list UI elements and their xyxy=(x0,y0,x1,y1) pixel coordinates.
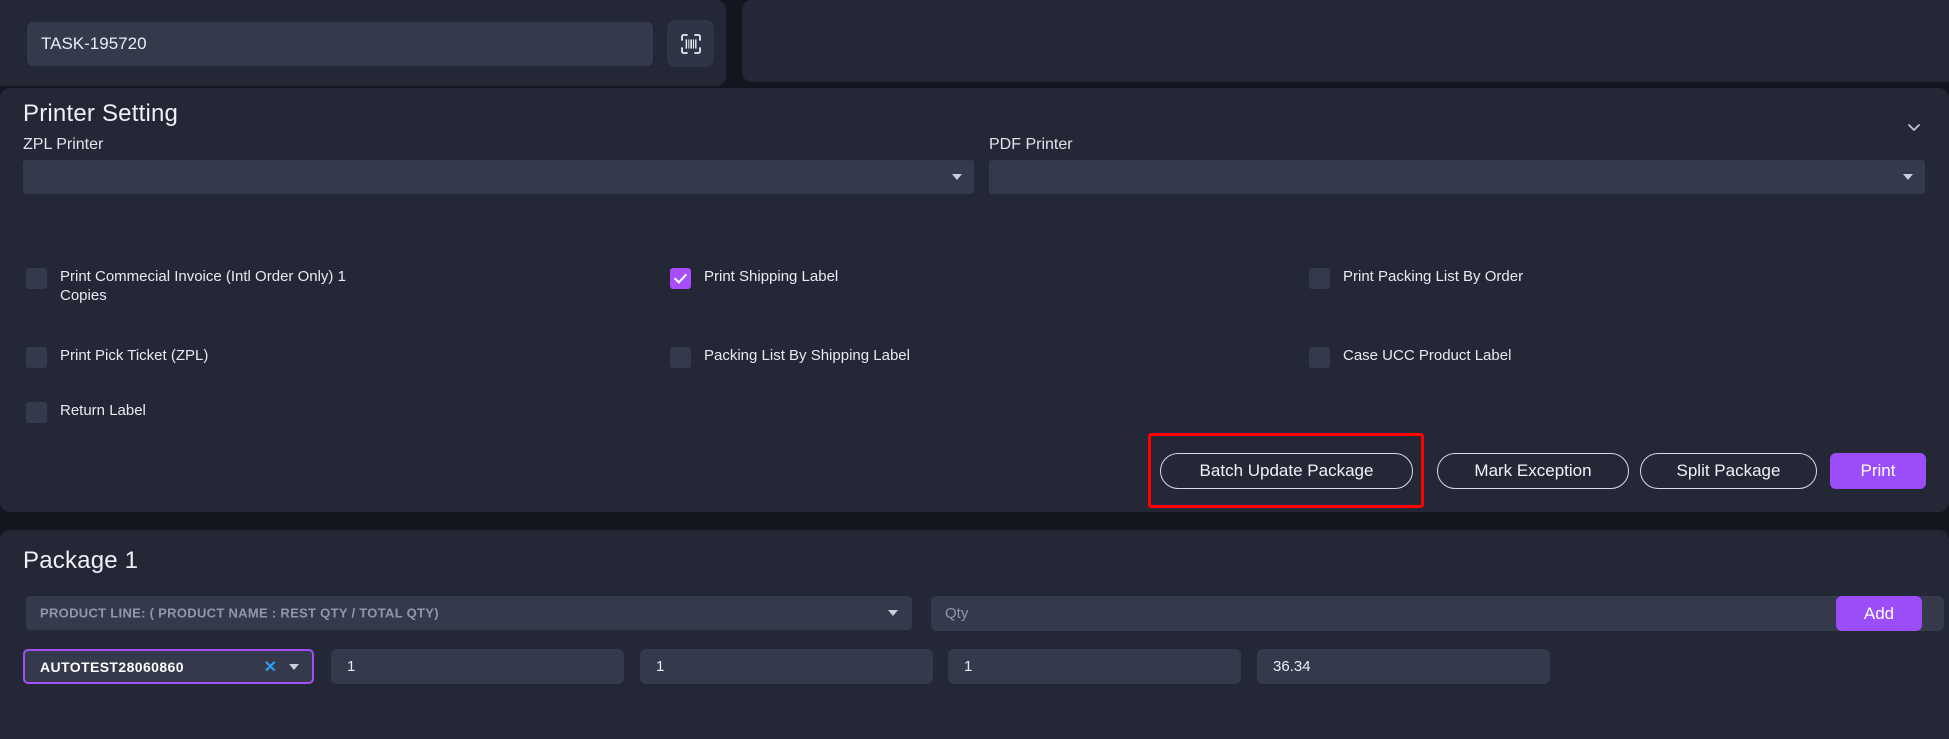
checkbox-label: Print Packing List By Order xyxy=(1343,267,1523,286)
split-package-button[interactable]: Split Package xyxy=(1640,453,1817,489)
checkbox-case-ucc-product-label[interactable]: Case UCC Product Label xyxy=(1309,346,1511,368)
qty-input[interactable] xyxy=(931,596,1944,631)
checkbox-print-commercial-invoice[interactable]: Print Commecial Invoice (Intl Order Only… xyxy=(26,267,366,305)
chevron-down-icon xyxy=(952,174,962,180)
checkbox-label: Case UCC Product Label xyxy=(1343,346,1511,365)
package-row-col1[interactable]: 1 xyxy=(331,649,624,684)
app-root: Printer Setting ZPL Printer PDF Printer … xyxy=(0,0,1949,739)
scan-task-card xyxy=(0,0,726,86)
barcode-scan-icon xyxy=(679,32,703,56)
zpl-printer-label: ZPL Printer xyxy=(23,136,103,154)
checkbox-label: Print Pick Ticket (ZPL) xyxy=(60,346,208,365)
pdf-printer-select[interactable] xyxy=(989,160,1925,194)
checkbox-label: Return Label xyxy=(60,401,146,420)
task-scan-input[interactable] xyxy=(27,22,653,66)
chevron-down-icon xyxy=(289,664,299,670)
add-button[interactable]: Add xyxy=(1836,596,1922,631)
top-bar xyxy=(0,0,1949,86)
printer-setting-title: Printer Setting xyxy=(23,100,178,128)
barcode-scan-button[interactable] xyxy=(667,20,714,67)
package-title: Package 1 xyxy=(23,547,138,575)
checkbox-label: Print Commecial Invoice (Intl Order Only… xyxy=(60,267,366,305)
printer-setting-card: Printer Setting ZPL Printer PDF Printer … xyxy=(0,88,1949,512)
checkbox-box[interactable] xyxy=(26,268,47,289)
product-tag-value: AUTOTEST28060860 xyxy=(40,659,184,675)
checkbox-box[interactable] xyxy=(26,402,47,423)
checkbox-box[interactable] xyxy=(26,347,47,368)
package-row-col3[interactable]: 1 xyxy=(948,649,1241,684)
batch-update-package-button[interactable]: Batch Update Package xyxy=(1160,453,1413,489)
checkbox-label: Print Shipping Label xyxy=(704,267,838,286)
checkbox-print-packing-list-by-order[interactable]: Print Packing List By Order xyxy=(1309,267,1523,289)
product-line-select[interactable]: PRODUCT LINE: ( PRODUCT NAME : REST QTY … xyxy=(26,596,912,630)
product-tag-select[interactable]: AUTOTEST28060860 ✕ xyxy=(23,649,314,684)
checkbox-box[interactable] xyxy=(670,268,691,289)
chevron-down-icon[interactable] xyxy=(1903,116,1925,138)
package-row-col4[interactable]: 36.34 xyxy=(1257,649,1550,684)
checkbox-box[interactable] xyxy=(670,347,691,368)
x-clear-icon[interactable]: ✕ xyxy=(264,657,277,677)
pdf-printer-label: PDF Printer xyxy=(989,136,1073,154)
mark-exception-button[interactable]: Mark Exception xyxy=(1437,453,1629,489)
package-row-col2[interactable]: 1 xyxy=(640,649,933,684)
zpl-printer-select[interactable] xyxy=(23,160,974,194)
checkbox-print-shipping-label[interactable]: Print Shipping Label xyxy=(670,267,838,289)
package-card: Package 1 PRODUCT LINE: ( PRODUCT NAME :… xyxy=(0,530,1949,739)
checkbox-print-pick-ticket-zpl[interactable]: Print Pick Ticket (ZPL) xyxy=(26,346,208,368)
top-right-panel xyxy=(742,0,1949,82)
checkbox-box[interactable] xyxy=(1309,347,1330,368)
print-button[interactable]: Print xyxy=(1830,453,1926,489)
checkbox-label: Packing List By Shipping Label xyxy=(704,346,910,365)
checkbox-packing-list-by-shipping-label[interactable]: Packing List By Shipping Label xyxy=(670,346,910,368)
checkbox-box[interactable] xyxy=(1309,268,1330,289)
chevron-down-icon xyxy=(888,610,898,616)
checkbox-return-label[interactable]: Return Label xyxy=(26,401,146,423)
product-line-placeholder: PRODUCT LINE: ( PRODUCT NAME : REST QTY … xyxy=(40,606,439,621)
chevron-down-icon xyxy=(1903,174,1913,180)
